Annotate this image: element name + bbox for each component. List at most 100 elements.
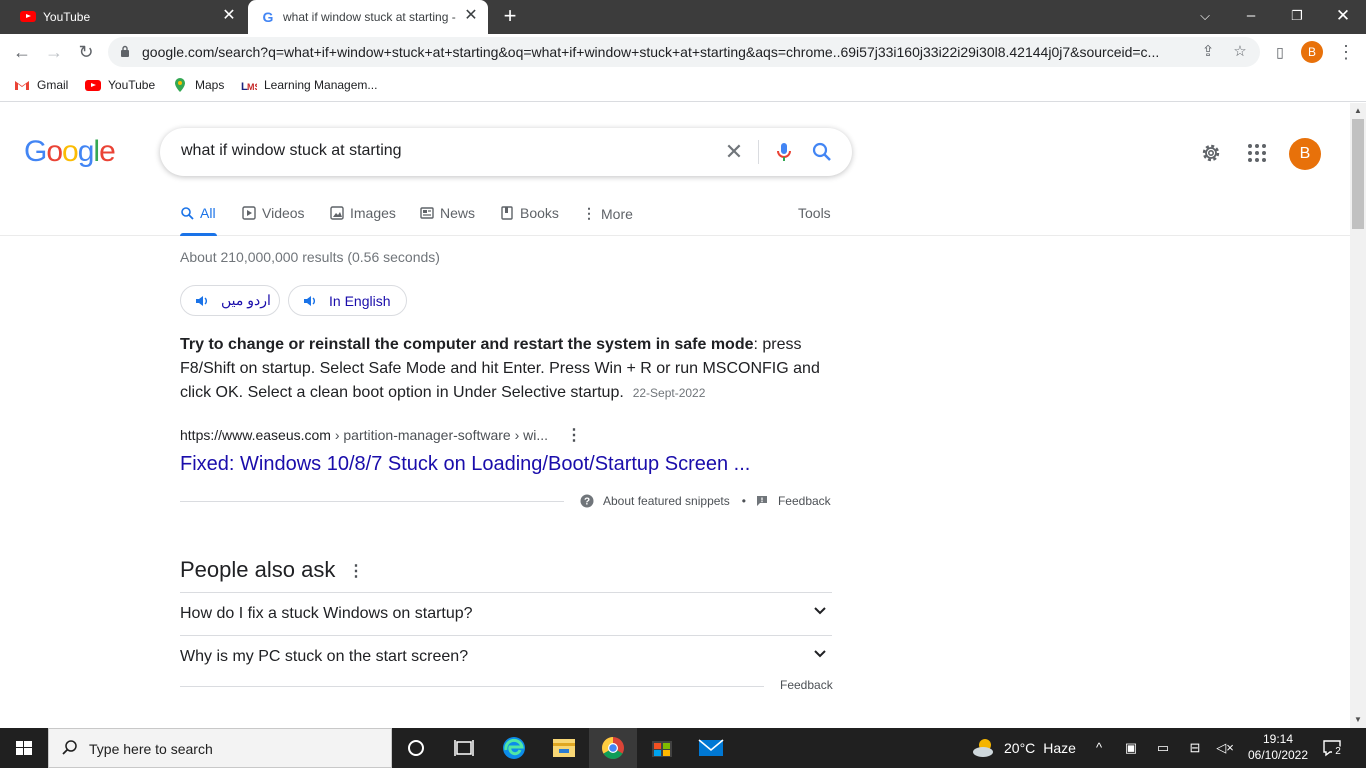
- taskbar-search-box[interactable]: Type here to search: [48, 728, 392, 768]
- close-window-button[interactable]: ✕: [1321, 4, 1365, 28]
- snippet-footer: ? About featured snippets • Feedback: [580, 494, 831, 508]
- tab-videos[interactable]: Videos: [242, 205, 305, 221]
- paa-question[interactable]: Why is my PC stuck on the start screen?: [180, 635, 832, 678]
- video-icon: [242, 206, 256, 220]
- settings-gear-icon[interactable]: [1199, 141, 1223, 165]
- forward-button[interactable]: →: [40, 38, 68, 66]
- volume-muted-icon[interactable]: ◁×: [1216, 739, 1234, 757]
- scroll-up-arrow-icon[interactable]: ▲: [1354, 106, 1362, 115]
- close-tab-icon[interactable]: ✕: [462, 7, 480, 25]
- feedback-icon: [756, 496, 767, 506]
- svg-text:?: ?: [584, 497, 590, 508]
- chip-urdu[interactable]: اردو میں: [180, 285, 280, 316]
- weather-widget[interactable]: 20°C Haze: [972, 728, 1076, 768]
- restore-button[interactable]: ❐: [1275, 4, 1319, 28]
- featured-snippet-text: Try to change or reinstall the computer …: [180, 333, 830, 405]
- browser-toolbar: ← → ↻ google.com/search?q=what+if+window…: [0, 34, 1366, 70]
- youtube-icon: [85, 77, 101, 93]
- account-avatar[interactable]: B: [1289, 138, 1321, 170]
- system-clock[interactable]: 19:14 06/10/2022: [1244, 731, 1312, 763]
- cortana-icon[interactable]: [392, 728, 440, 768]
- help-icon: ?: [580, 494, 594, 508]
- bookmark-star-icon[interactable]: ☆: [1230, 42, 1250, 62]
- book-icon: [501, 206, 513, 220]
- edge-icon[interactable]: [490, 728, 538, 768]
- page-scrollbar[interactable]: ▲ ▼: [1350, 103, 1366, 728]
- minimize-button[interactable]: –: [1229, 4, 1273, 28]
- address-bar[interactable]: google.com/search?q=what+if+window+stuck…: [108, 37, 1260, 67]
- result-menu-icon[interactable]: ⋮: [566, 425, 582, 445]
- tab-images[interactable]: Images: [330, 205, 396, 221]
- search-icon: [181, 207, 194, 220]
- result-stats: About 210,000,000 results (0.56 seconds): [180, 249, 440, 265]
- close-tab-icon[interactable]: ✕: [220, 7, 238, 25]
- paa-divider: [180, 686, 764, 687]
- show-hidden-icons-chevron-icon[interactable]: ^: [1090, 739, 1108, 757]
- google-logo[interactable]: Google: [24, 135, 116, 169]
- gmail-icon: [15, 81, 29, 90]
- tab-youtube[interactable]: YouTube ✕: [0, 0, 246, 34]
- tools-button[interactable]: Tools: [798, 205, 831, 221]
- new-tab-button[interactable]: +: [499, 5, 521, 27]
- clear-search-icon[interactable]: ✕: [722, 140, 746, 164]
- snippet-highlight: Try to change or reinstall the computer …: [180, 336, 754, 353]
- apps-grid-icon[interactable]: [1245, 141, 1269, 165]
- snippet-divider: [180, 501, 564, 502]
- windows-taskbar: Type here to search 20°C Haze ^ ▣ ▭ ⊟ ◁×…: [0, 728, 1366, 768]
- result-cite[interactable]: https://www.easeus.com › partition-manag…: [180, 427, 548, 443]
- scrollbar-thumb[interactable]: [1352, 119, 1364, 229]
- tab-books[interactable]: Books: [500, 205, 559, 221]
- meet-now-icon[interactable]: ▣: [1122, 739, 1140, 757]
- bookmarks-bar: Gmail YouTube Maps L MS Learning Managem…: [0, 70, 1366, 102]
- file-explorer-icon[interactable]: [540, 728, 588, 768]
- lms-icon: L MS: [241, 81, 257, 93]
- microsoft-store-icon[interactable]: [638, 728, 686, 768]
- maps-icon: [175, 78, 185, 92]
- bookmark-gmail[interactable]: Gmail: [14, 77, 68, 93]
- paa-menu-icon[interactable]: ⋮: [348, 561, 364, 581]
- reload-button[interactable]: ↻: [72, 38, 100, 66]
- bookmark-youtube[interactable]: YouTube: [85, 77, 155, 93]
- network-icon[interactable]: ⊟: [1186, 739, 1204, 757]
- tab-title: what if window stuck at starting - Googl…: [283, 10, 458, 24]
- footer-separator: •: [741, 494, 746, 508]
- browser-menu-icon[interactable]: ⋮: [1332, 38, 1360, 66]
- chrome-icon[interactable]: [589, 728, 637, 768]
- search-box: what if window stuck at starting ✕: [160, 128, 852, 176]
- side-panel-icon[interactable]: ▯: [1266, 38, 1294, 66]
- tab-more[interactable]: ⋮ More: [582, 205, 633, 222]
- paa-question[interactable]: How do I fix a stuck Windows on startup?: [180, 592, 832, 635]
- mail-icon[interactable]: [687, 728, 735, 768]
- search-box-divider: [758, 140, 759, 164]
- scroll-down-arrow-icon[interactable]: ▼: [1354, 715, 1362, 724]
- profile-avatar[interactable]: B: [1301, 41, 1323, 63]
- feedback-link[interactable]: Feedback: [778, 494, 831, 508]
- microphone-icon[interactable]: [772, 140, 796, 164]
- tab-google-search[interactable]: G what if window stuck at starting - Goo…: [248, 0, 488, 34]
- notification-center-icon[interactable]: 2: [1322, 738, 1346, 758]
- about-featured-snippets-link[interactable]: About featured snippets: [603, 494, 730, 508]
- bookmark-maps[interactable]: Maps: [172, 77, 224, 93]
- snippet-date: 22-Sept-2022: [632, 386, 706, 400]
- paa-feedback-link[interactable]: Feedback: [780, 678, 833, 692]
- search-tabs: All Videos Images News Books ⋮ More Tool…: [0, 193, 1350, 236]
- bookmark-lms[interactable]: L MS Learning Managem...: [241, 77, 377, 93]
- share-icon[interactable]: ⇪: [1198, 42, 1218, 62]
- people-also-ask-title: People also ask: [180, 557, 336, 582]
- news-icon: [420, 207, 434, 219]
- url-text: google.com/search?q=what+if+window+stuck…: [142, 44, 1160, 60]
- search-input[interactable]: what if window stuck at starting: [181, 142, 402, 160]
- task-view-icon[interactable]: [440, 728, 488, 768]
- tab-search-chevron-icon[interactable]: ⌵: [1183, 4, 1227, 28]
- battery-icon[interactable]: ▭: [1154, 739, 1172, 757]
- windows-start-icon[interactable]: [0, 728, 48, 768]
- result-title-link[interactable]: Fixed: Windows 10/8/7 Stuck on Loading/B…: [180, 453, 750, 476]
- youtube-icon: [20, 11, 36, 22]
- notification-count-badge: 2: [1332, 746, 1344, 758]
- speaker-icon: [304, 295, 315, 306]
- tab-news[interactable]: News: [420, 205, 475, 221]
- search-icon[interactable]: [810, 140, 834, 164]
- back-button[interactable]: ←: [8, 38, 36, 66]
- tab-all[interactable]: All: [180, 205, 216, 221]
- chip-english[interactable]: In English: [288, 285, 407, 316]
